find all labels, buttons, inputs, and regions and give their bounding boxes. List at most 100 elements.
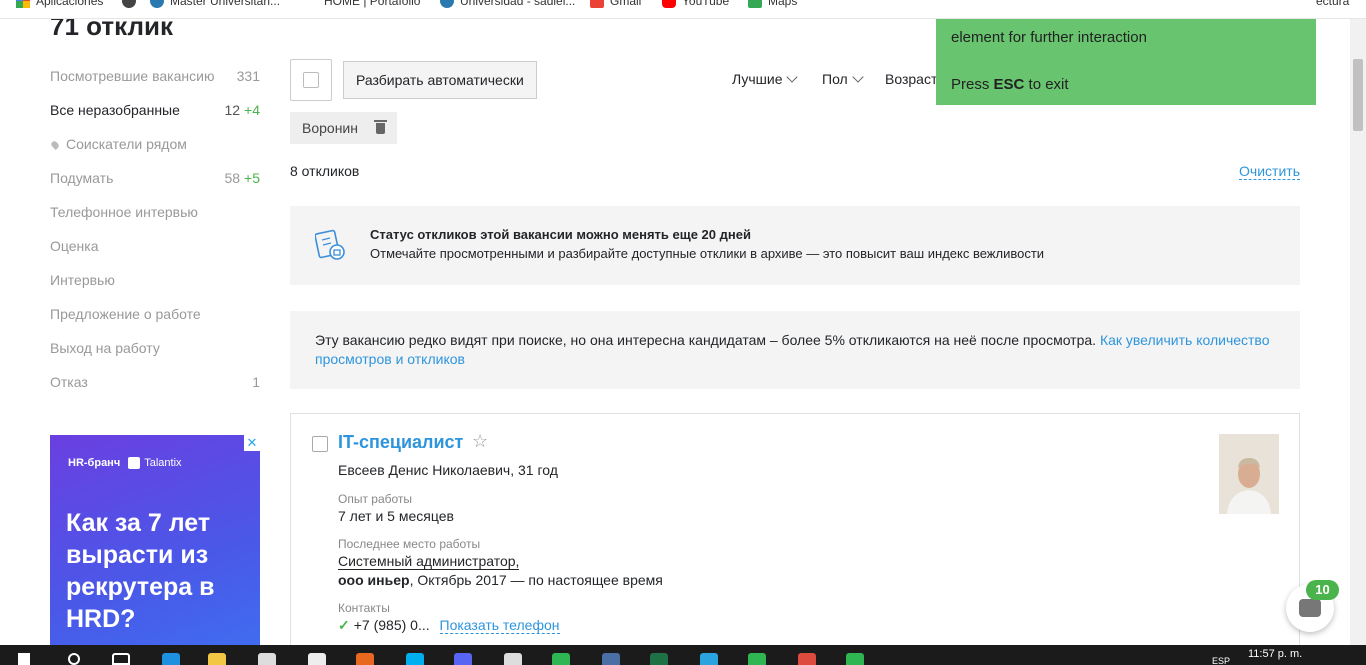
bookmark-portafolio[interactable]: HOME | Portafolio <box>324 0 420 8</box>
filter-tag[interactable]: Воронин <box>290 112 397 144</box>
last-job-period: , Октябрь 2017 — по настоящее время <box>409 572 663 588</box>
chat-icon <box>1299 599 1321 617</box>
windows-start-icon[interactable] <box>18 653 30 665</box>
info-banner-text: Эту вакансию редко видят при поиске, но … <box>315 332 1097 348</box>
app-green-icon[interactable] <box>846 653 864 665</box>
excel-icon[interactable] <box>650 653 668 665</box>
ad-brand-name: HR-бранч <box>68 457 121 469</box>
bookmark-master[interactable]: Master Universitari... <box>122 0 280 8</box>
sidebar-item-label: Предложение о работе <box>50 306 201 322</box>
task-view-icon[interactable] <box>112 653 130 665</box>
bookmark-apps[interactable]: Aplicaciones <box>16 0 103 8</box>
sidebar-item-label: Соискатели рядом <box>66 136 187 152</box>
trash-icon[interactable] <box>373 119 387 134</box>
sidebar-item-new-count: +4 <box>244 102 260 118</box>
firefox-icon[interactable] <box>356 653 374 665</box>
apps-grid-icon <box>16 0 30 8</box>
store-icon[interactable] <box>258 653 276 665</box>
telegram-icon[interactable] <box>700 653 718 665</box>
clock[interactable]: 11:57 p. m. <box>1248 648 1302 660</box>
candidate-photo[interactable] <box>1219 434 1279 514</box>
chat-unread-badge: 10 <box>1306 580 1339 600</box>
sidebar-item-label: Посмотревшие вакансию <box>50 68 215 84</box>
checkbox-box <box>303 72 319 88</box>
mail-icon[interactable] <box>308 653 326 665</box>
sidebar-item-assessment[interactable]: Оценка <box>50 229 260 263</box>
candidate-name: Евсеев Денис Николаевич, 31 год <box>338 462 558 478</box>
last-job-position-text[interactable]: Системный администратор, <box>338 553 520 570</box>
sidebar-item-label: Выход на работу <box>50 340 160 356</box>
sidebar-item-offer[interactable]: Предложение о работе <box>50 297 260 331</box>
ad-headline: Как за 7 лет вырасти из рекрутера в HRD? <box>66 509 215 633</box>
talantix-logo-icon <box>128 457 141 469</box>
edge-icon[interactable] <box>162 653 180 665</box>
results-count: 8 откликов <box>290 163 360 179</box>
bookmarks-bar: Aplicaciones Master Universitari... HOME… <box>0 0 1366 19</box>
sidebar-item-hired[interactable]: Выход на работу <box>50 331 260 365</box>
gender-dropdown[interactable]: Пол <box>822 71 864 87</box>
clear-filters-link[interactable]: Очистить <box>1239 163 1300 180</box>
candidate-title-link[interactable]: IT-специалист <box>338 432 463 453</box>
candidate-checkbox[interactable] <box>312 436 328 452</box>
last-job-company: ооо иньер <box>338 572 410 588</box>
experience-value: 7 лет и 5 месяцев <box>338 508 454 524</box>
bookmark-label: Maps <box>768 0 798 8</box>
page-scrollbar[interactable] <box>1350 19 1366 645</box>
sidebar-item-count: 58 <box>224 170 241 186</box>
globe-icon <box>122 0 136 8</box>
ad-partner-name: Talantix <box>144 457 182 469</box>
candidate-phone: +7 (985) 0... <box>353 617 430 633</box>
sidebar-item-phone-interview[interactable]: Телефонное интервью <box>50 195 260 229</box>
last-job-position: Системный администратор, <box>338 553 520 570</box>
scrollbar-thumb[interactable] <box>1353 59 1363 131</box>
sidebar-item-rejected[interactable]: Отказ 1 <box>50 365 260 399</box>
candidate-card: IT-специалист ☆ Евсеев Денис Николаевич,… <box>290 413 1300 645</box>
age-dropdown[interactable]: Возраст <box>885 71 937 87</box>
sidebar-item-consider[interactable]: Подумать 58 +5 <box>50 161 260 195</box>
filter-tag-label: Воронин <box>302 120 358 136</box>
gmail-icon <box>590 0 604 8</box>
search-icon[interactable] <box>68 653 80 665</box>
bookmark-universidad[interactable]: Universidad - sadiel... <box>440 0 575 8</box>
sidebar-item-label: Отказ <box>50 374 88 390</box>
bookmark-label: Universidad - sadiel... <box>460 0 576 8</box>
youtube-icon <box>662 0 676 8</box>
age-label: Возраст <box>885 71 938 87</box>
close-icon[interactable]: ✕ <box>244 435 260 451</box>
sidebar-item-interview[interactable]: Интервью <box>50 263 260 297</box>
status-banner-text: Отмечайте просмотренными и разбирайте до… <box>370 246 1045 261</box>
status-banner: Статус откликов этой вакансии можно меня… <box>290 206 1300 285</box>
skype-icon[interactable] <box>406 653 424 665</box>
ad-banner[interactable]: ✕ HR-бранч Talantix Как за 7 лет вырасти… <box>50 435 260 645</box>
show-phone-link[interactable]: Показать телефон <box>439 617 560 634</box>
toast-exit: to exit <box>1028 76 1069 93</box>
sidebar-item-viewed[interactable]: Посмотревшие вакансию 331 <box>50 59 260 93</box>
os-taskbar: ESP 11:57 p. m. <box>0 645 1366 665</box>
sidebar: Посмотревшие вакансию 331 Все неразобран… <box>50 59 260 399</box>
last-job-label: Последнее место работы <box>338 537 481 551</box>
sort-best-dropdown[interactable]: Лучшие <box>732 71 799 87</box>
bookmark-maps[interactable]: Maps <box>748 0 797 8</box>
app-green-icon[interactable] <box>552 653 570 665</box>
status-banner-title: Статус откликов этой вакансии можно меня… <box>370 227 751 242</box>
chevron-down-icon <box>786 71 799 83</box>
sidebar-item-unsorted[interactable]: Все неразобранные 12 +4 <box>50 93 260 127</box>
input-language[interactable]: ESP <box>1212 656 1230 665</box>
bookmark-lectura[interactable]: ectura <box>1316 0 1349 8</box>
star-icon[interactable]: ☆ <box>472 431 488 452</box>
discord-icon[interactable] <box>454 653 472 665</box>
app-green-icon[interactable] <box>748 653 766 665</box>
folder-icon[interactable] <box>208 653 226 665</box>
sidebar-item-nearby[interactable]: Соискатели рядом <box>50 127 260 161</box>
sidebar-item-label: Все неразобранные <box>50 102 180 118</box>
bookmark-gmail[interactable]: Gmail <box>590 0 641 8</box>
sidebar-item-count: 331 <box>236 68 260 84</box>
chrome-icon[interactable] <box>798 653 816 665</box>
bookmark-youtube[interactable]: YouTube <box>662 0 729 8</box>
select-all-checkbox[interactable] <box>290 59 332 101</box>
toast-line-1: element for further interaction <box>951 29 1147 46</box>
auto-sort-button[interactable]: Разбирать автоматически <box>343 61 537 99</box>
app-blue-icon[interactable] <box>602 653 620 665</box>
app-icon[interactable] <box>504 653 522 665</box>
page-title: 71 отклик <box>50 19 173 41</box>
